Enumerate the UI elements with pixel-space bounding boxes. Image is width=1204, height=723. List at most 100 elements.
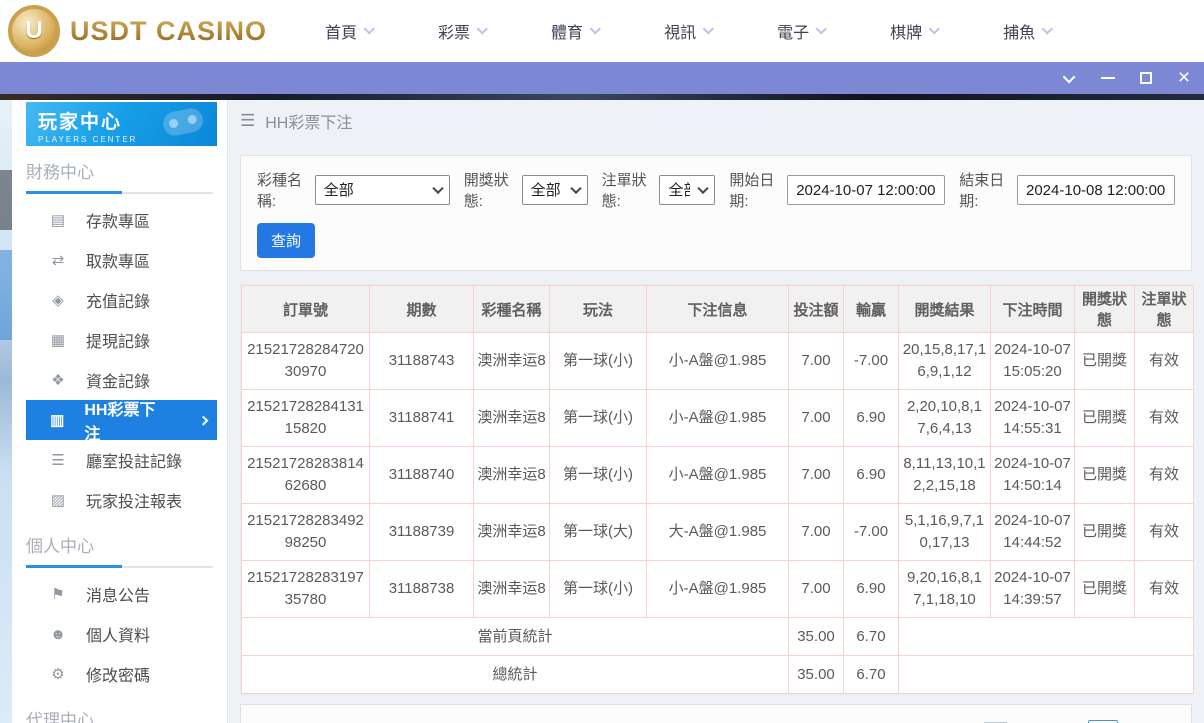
usdt-logo-icon: U	[8, 5, 60, 57]
table-header-cell: 訂單號	[241, 285, 370, 333]
table-cell: 31188738	[369, 560, 474, 618]
sidebar-item[interactable]: ◈ 充值記錄	[26, 280, 217, 320]
sidebar-section-title-2: 個人中心	[26, 532, 213, 568]
table-cell: 第一球(小)	[549, 446, 647, 504]
sidebar-item-label: 存款專區	[86, 214, 151, 231]
withdrawal-record-wallet-icon: ▦	[50, 332, 66, 349]
jump-page-input[interactable]	[1087, 719, 1118, 723]
window-titlebar: ×	[0, 62, 1204, 94]
table-cell: 澳洲幸运8	[473, 503, 550, 561]
first-page-link[interactable]: 首页	[895, 720, 925, 723]
hamburger-menu-icon[interactable]: ☰	[240, 111, 255, 131]
lottery-name-select[interactable]: 全部	[314, 175, 450, 205]
table-cell: 2024-10-07 15:05:20	[990, 332, 1075, 390]
bets-table-card: 訂單號 期數 彩種名稱 玩法 下注信息 投注額 輸贏 開獎結果 下注時間 開獎狀態 注單狀態 215…	[240, 284, 1194, 695]
next-page-link[interactable]: 下一页	[1014, 720, 1059, 723]
table-cell: 7.00	[788, 560, 844, 618]
withdraw-hand-icon: ⇄	[51, 252, 65, 269]
nav-item-1[interactable]: 首頁	[325, 19, 375, 43]
end-date-input[interactable]	[1016, 175, 1175, 205]
profile-person-icon: ☻	[50, 625, 66, 643]
recharge-record-moneybag-icon: ◈	[52, 292, 64, 309]
sidebar-item-label: 資金記錄	[86, 374, 151, 391]
sidebar-subtitle: PLAYERS CENTER	[38, 135, 138, 144]
draw-status-select[interactable]: 全部	[521, 175, 588, 205]
table-cell: 第一球(小)	[549, 332, 647, 390]
table-cell: 20,15,8,17,16,9,1,12	[898, 332, 991, 390]
room-bet-record-list-icon: ☰	[51, 452, 65, 469]
order-status-label: 注單狀態:	[601, 172, 647, 210]
sidebar-item[interactable]: ⚙ 修改密碼	[26, 654, 217, 694]
site-topbar: U USDT CASINO 首頁 彩票 體育 視訊 電子 棋牌 捕魚	[0, 0, 1204, 62]
table-cell: 6.90	[843, 560, 899, 618]
deposit-card-icon: ▤	[50, 212, 66, 229]
summary-win-loss: 6.70	[843, 655, 899, 694]
sidebar-item[interactable]: ▦ 提現記錄	[26, 320, 217, 360]
chevron-down-icon[interactable]	[1062, 70, 1078, 86]
lottery-name-select-wrap: 全部	[314, 175, 450, 205]
nav-item-4[interactable]: 視訊	[664, 19, 715, 43]
prev-page-link[interactable]: 上一页	[932, 720, 977, 723]
sidebar-section-items: ⚑ 消息公告 ☻ 個人資料 ⚙ 修改密碼	[12, 574, 227, 694]
filter-row: 彩種名稱: 全部 開獎狀態: 全部 注單狀態: 全部 開始日期: 2024-10…	[257, 169, 1175, 211]
nav-item-7[interactable]: 捕魚	[1003, 19, 1054, 43]
table-cell: 31188741	[369, 389, 474, 447]
pager-controls: 共5条 首页 上一页 [1] 下一页 第 页 跳转	[850, 719, 1177, 723]
query-button[interactable]: 查詢	[257, 223, 316, 258]
jump-button[interactable]: 跳转	[1147, 720, 1177, 723]
table-cell: 有效	[1134, 446, 1194, 504]
order-status-select[interactable]: 全部	[659, 175, 716, 205]
sidebar-item-label: 充值記錄	[86, 294, 151, 311]
table-cell: 2,20,10,8,17,6,4,13	[898, 389, 991, 447]
content-area: ☰ HH彩票下注 彩種名稱: 全部 開獎狀態: 全部 注單狀態: 全部 開始日期…	[228, 100, 1204, 723]
table-header-cell: 開獎結果	[898, 285, 991, 333]
sidebar-item[interactable]: ⚑ 消息公告	[26, 574, 217, 614]
summary-empty	[898, 617, 1194, 656]
table-cell: 澳洲幸运8	[473, 332, 550, 390]
sidebar-item-label: 消息公告	[86, 588, 151, 605]
close-icon[interactable]: ×	[1176, 67, 1192, 88]
site-logo[interactable]: U USDT CASINO	[8, 5, 267, 57]
table-cell: 有效	[1134, 332, 1194, 390]
sidebar-section-title-3: 代理中心	[26, 706, 213, 723]
nav-item-3[interactable]: 體育	[551, 19, 602, 43]
player-report-chart-icon: ▨	[50, 492, 66, 509]
table-cell: 第一球(大)	[549, 503, 647, 561]
table-cell: 第一球(小)	[549, 560, 647, 618]
main-nav: 首頁 彩票 體育 視訊 電子 棋牌 捕魚	[325, 19, 1054, 43]
table-cell: 2024-10-07 14:44:52	[990, 503, 1075, 561]
table-cell: 已開獎	[1074, 446, 1135, 504]
page-summary-row: 當前頁統計 35.00 6.70	[241, 617, 1194, 656]
chevron-right-icon	[198, 415, 209, 425]
sidebar-item[interactable]: ▤ 存款專區	[26, 200, 217, 240]
sidebar-section-title-1: 財務中心	[26, 158, 213, 194]
sidebar-item[interactable]: ▨ 玩家投注報表	[26, 480, 217, 520]
sidebar-item[interactable]: ▥ HH彩票下注	[26, 400, 217, 443]
nav-item-6[interactable]: 棋牌	[890, 19, 941, 43]
pagination-bar: 每頁顯示20條 共5条 首页 上一页 [1] 下一页 第 页 跳转	[240, 704, 1192, 723]
table-cell: 2152172828381462680	[241, 446, 370, 504]
table-cell: 有效	[1134, 560, 1194, 618]
nav-item-label: 首頁	[325, 25, 358, 42]
sidebar-item[interactable]: ⇄ 取款專區	[26, 240, 217, 280]
summary-empty	[898, 655, 1194, 694]
table-cell: 澳洲幸运8	[473, 389, 550, 447]
table-cell: 澳洲幸运8	[473, 560, 550, 618]
start-date-input[interactable]	[787, 175, 946, 205]
sidebar-item[interactable]: ☰ 廳室投註記錄	[26, 440, 217, 480]
maximize-icon[interactable]	[1138, 70, 1154, 86]
sidebar-item[interactable]: ❖ 資金記錄	[26, 360, 217, 400]
order-status-select-wrap: 全部	[659, 175, 716, 205]
announcement-bell-icon: ⚑	[51, 586, 65, 603]
minimize-icon[interactable]	[1100, 70, 1116, 86]
nav-item-2[interactable]: 彩票	[438, 19, 488, 43]
nav-item-5[interactable]: 電子	[777, 19, 828, 43]
table-row: 2152172828413115820 31188741 澳洲幸运8 第一球(小) 小-…	[241, 389, 1194, 447]
table-header-cell: 下注信息	[646, 285, 789, 333]
chevron-down-icon	[815, 23, 828, 35]
sidebar-item[interactable]: ☻ 個人資料	[26, 614, 217, 654]
table-cell: 2152172828472030970	[241, 332, 370, 390]
table-header-cell: 開獎狀態	[1074, 285, 1135, 333]
table-cell: 7.00	[788, 503, 844, 561]
table-cell: 澳洲幸运8	[473, 446, 550, 504]
